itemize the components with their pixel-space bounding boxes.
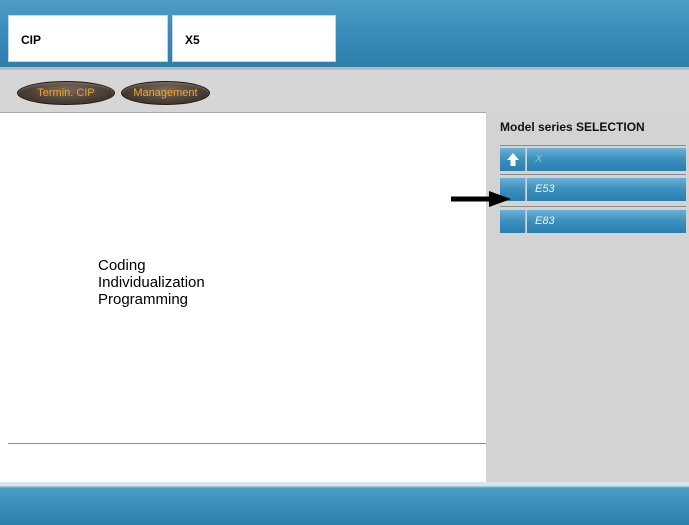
termin-cip-button[interactable]: Termin. CIP	[17, 81, 115, 105]
model-series-sidebar: Model series SELECTION X E53 E83	[486, 112, 689, 482]
back-button[interactable]	[500, 148, 526, 171]
main-area: Coding Individualization Programming	[0, 112, 486, 483]
line-programming: Programming	[98, 291, 189, 308]
arrow-up-icon	[507, 153, 519, 166]
main-divider	[8, 443, 486, 444]
toolbar: Termin. CIP Management	[0, 67, 689, 112]
model-label: X5	[185, 33, 200, 47]
pointer-arrow-icon	[451, 191, 511, 207]
sidebar-row-e83[interactable]: E83	[500, 210, 686, 233]
sidebar-divider	[500, 174, 686, 175]
cip-label: CIP	[21, 33, 42, 47]
sidebar-item-e83[interactable]: E83	[527, 210, 686, 233]
row-marker	[500, 210, 526, 233]
line-coding: Coding	[98, 257, 146, 274]
line-individualization: Individualization	[98, 274, 205, 291]
sidebar-row-e53[interactable]: E53	[500, 178, 686, 201]
model-field: X5	[172, 15, 336, 62]
sidebar-divider	[500, 206, 686, 207]
sidebar-item-x[interactable]: X	[527, 148, 686, 171]
sidebar-title: Model series SELECTION	[500, 120, 645, 134]
main-description: Coding Individualization Programming	[98, 257, 205, 308]
cip-field: CIP	[8, 15, 168, 62]
sidebar-item-e53[interactable]: E53	[527, 178, 686, 201]
bottom-banner	[0, 482, 689, 525]
top-banner: CIP X5	[0, 0, 689, 67]
management-button[interactable]: Management	[121, 81, 210, 105]
sidebar-row-back[interactable]: X	[500, 148, 686, 171]
sidebar-divider	[500, 145, 686, 146]
